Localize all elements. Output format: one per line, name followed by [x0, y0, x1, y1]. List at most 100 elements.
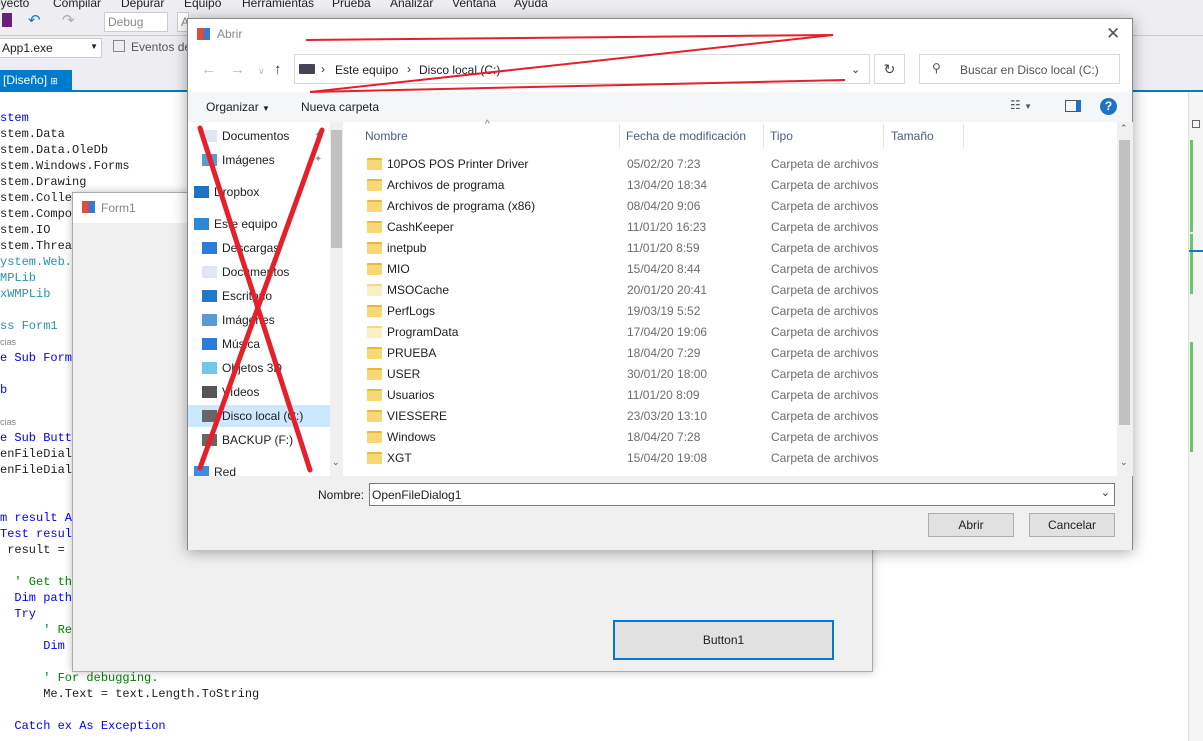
menu-item-equipo[interactable]: Equipo — [184, 0, 221, 10]
up-icon[interactable]: ↑ — [274, 61, 282, 78]
menu-item-proyecto[interactable]: oyecto — [0, 0, 29, 10]
code-line[interactable]: stem.Data — [0, 126, 65, 142]
code-line[interactable]: ystem.Web.N — [0, 254, 79, 270]
code-line[interactable]: m result As — [0, 510, 79, 526]
file-row[interactable]: Archivos de programa (x86) 08/04/20 9:06 C… — [363, 196, 1103, 217]
back-icon[interactable]: ← — [201, 61, 216, 78]
code-line[interactable]: Catch ex As Exception — [0, 718, 165, 734]
code-line[interactable]: Dim path — [0, 590, 79, 606]
column-header-name[interactable]: Nombre — [365, 129, 408, 143]
code-line[interactable]: stem.Data.OleDb — [0, 142, 108, 158]
code-line[interactable]: stem.Threa — [0, 238, 72, 254]
column-header-type[interactable]: Tipo — [770, 129, 793, 143]
filename-combo[interactable]: OpenFileDialog1 ⌄ — [369, 483, 1115, 506]
file-row[interactable]: inetpub 11/01/20 8:59 Carpeta de archivos — [363, 238, 1103, 259]
pin-icon[interactable]: ✦ — [314, 125, 322, 147]
sidebar-item[interactable]: Este equipo — [188, 213, 330, 235]
code-line[interactable]: cias — [0, 414, 16, 430]
view-options-icon[interactable]: ☷ ▼ — [1010, 98, 1032, 112]
button1[interactable]: Button1 — [613, 620, 834, 660]
sidebar-item[interactable]: Descargas — [188, 237, 330, 259]
file-row[interactable]: ProgramData 17/04/20 19:06 Carpeta de arch… — [363, 322, 1103, 343]
sidebar-item[interactable]: Música — [188, 333, 330, 355]
undo-icon[interactable]: ↶ — [28, 11, 41, 29]
code-line[interactable]: MPLib — [0, 270, 36, 286]
save-all-icon[interactable] — [2, 13, 12, 27]
code-line[interactable]: Try — [0, 606, 36, 622]
chevron-down-icon[interactable]: ⌄ — [851, 63, 860, 76]
menu-item-compilar[interactable]: Compilar — [53, 0, 101, 10]
chevron-down-icon[interactable]: ⌄ — [1101, 486, 1110, 499]
sidebar-item[interactable]: Disco local (C:) — [188, 405, 330, 427]
tab-form1-design[interactable]: [Diseño] ⊞ — [0, 70, 72, 92]
menu-item-herramientas[interactable]: Herramientas — [242, 0, 314, 10]
open-button[interactable]: Abrir — [928, 513, 1014, 537]
code-line[interactable]: cias — [0, 334, 16, 350]
new-folder-button[interactable]: Nueva carpeta — [301, 100, 379, 114]
pin-icon[interactable]: ⊞ — [50, 76, 58, 86]
file-row[interactable]: PRUEBA 18/04/20 7:29 Carpeta de archivos — [363, 343, 1103, 364]
file-row[interactable]: 10POS POS Printer Driver 05/02/20 7:23 Car… — [363, 154, 1103, 175]
chevron-down-icon[interactable]: ⌄ — [1120, 457, 1128, 468]
code-line[interactable]: enFileDialo — [0, 446, 79, 462]
filename-input[interactable]: OpenFileDialog1 — [372, 488, 461, 502]
file-row[interactable]: Usuarios 11/01/20 8:09 Carpeta de archivos — [363, 385, 1103, 406]
code-line[interactable]: Me.Text = text.Length.ToString — [0, 686, 259, 702]
code-line[interactable]: stem — [0, 110, 29, 126]
forward-icon[interactable]: → — [230, 61, 245, 78]
column-header-size[interactable]: Tamaño — [891, 129, 934, 143]
split-icon[interactable] — [1192, 120, 1200, 128]
address-bar[interactable]: › Este equipo › Disco local (C:) ⌄ — [294, 54, 870, 84]
organize-button[interactable]: Organizar ▼ — [206, 100, 270, 114]
column-divider[interactable] — [763, 124, 764, 148]
sidebar-item[interactable]: Imágenes — [188, 309, 330, 331]
chevron-up-icon[interactable]: ⌃ — [1120, 123, 1128, 134]
sidebar-item[interactable]: Documentos — [188, 261, 330, 283]
file-row[interactable]: Windows 18/04/20 7:28 Carpeta de archivos — [363, 427, 1103, 448]
file-row[interactable]: Archivos de programa 13/04/20 18:34 Carpet… — [363, 175, 1103, 196]
sidebar-item[interactable]: Imágenes ✦ — [188, 149, 330, 171]
code-line[interactable]: b — [0, 382, 7, 398]
nav-scrollbar[interactable]: ⌄ — [330, 122, 343, 476]
menu-item-analizar[interactable]: Analizar — [390, 0, 433, 10]
code-line[interactable]: Test result — [0, 526, 79, 542]
code-line[interactable]: ' Get the — [0, 574, 79, 590]
code-line[interactable]: ' For debugging. — [0, 670, 158, 686]
breadcrumb-disco-local[interactable]: Disco local (C:) — [419, 63, 500, 77]
code-line[interactable]: e Sub Butto — [0, 430, 79, 446]
menu-item-ayuda[interactable]: Ayuda — [514, 0, 548, 10]
column-header-date[interactable]: Fecha de modificación — [626, 129, 746, 143]
sidebar-item[interactable]: Documentos ✦ — [188, 125, 330, 147]
project-combo[interactable]: App1.exe ▼ — [0, 38, 102, 58]
sidebar-item[interactable]: BACKUP (F:) — [188, 429, 330, 451]
sidebar-item[interactable]: Vídeos — [188, 381, 330, 403]
code-line[interactable]: ss Form1 — [0, 318, 58, 334]
code-line[interactable]: e Sub Form1 — [0, 350, 79, 366]
breadcrumb-este-equipo[interactable]: Este equipo — [335, 63, 398, 77]
code-line[interactable]: ' Rea — [0, 622, 79, 638]
code-line[interactable]: stem.Drawing — [0, 174, 86, 190]
help-icon[interactable]: ? — [1100, 98, 1117, 115]
sidebar-item[interactable]: Escritorio — [188, 285, 330, 307]
file-list-scrollbar[interactable]: ⌃ ⌄ — [1117, 122, 1133, 476]
events-label[interactable]: Eventos de — [131, 40, 191, 54]
code-line[interactable]: stem.Windows.Forms — [0, 158, 130, 174]
column-divider[interactable] — [963, 124, 964, 148]
cancel-button[interactable]: Cancelar — [1029, 513, 1115, 537]
file-list-scroll-thumb[interactable] — [1119, 140, 1130, 425]
menu-item-prueba[interactable]: Prueba — [332, 0, 371, 10]
code-line[interactable]: Dim t — [0, 638, 79, 654]
chevron-down-icon[interactable]: ⌄ — [332, 457, 340, 468]
code-line[interactable]: result = W — [0, 542, 79, 558]
pin-icon[interactable]: ✦ — [314, 149, 322, 171]
file-row[interactable]: VIESSERE 23/03/20 13:10 Carpeta de archivo… — [363, 406, 1103, 427]
code-line[interactable]: stem.Colle — [0, 190, 72, 206]
column-divider[interactable] — [619, 124, 620, 148]
code-line[interactable]: stem.IO — [0, 222, 50, 238]
configuration-combo[interactable]: Debug — [104, 12, 168, 32]
code-line[interactable]: stem.Compo — [0, 206, 72, 222]
file-row[interactable]: MSOCache 20/01/20 20:41 Carpeta de archivo… — [363, 280, 1103, 301]
redo-icon[interactable]: ↷ — [62, 11, 75, 29]
sidebar-item[interactable]: Dropbox — [188, 181, 330, 203]
code-line[interactable]: enFileDialo — [0, 462, 79, 478]
